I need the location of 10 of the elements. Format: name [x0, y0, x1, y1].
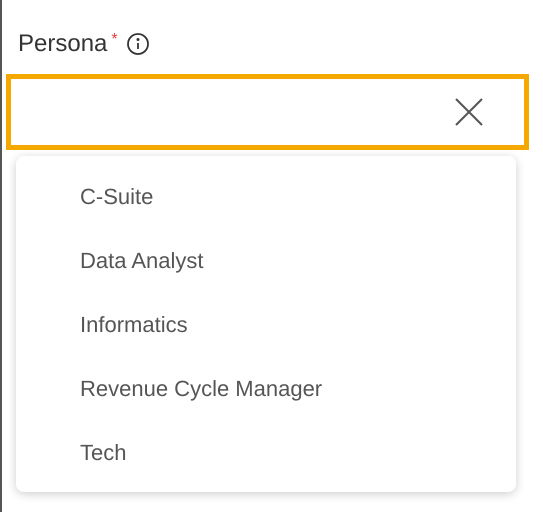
required-mark: * — [111, 30, 118, 50]
close-icon[interactable] — [454, 97, 484, 127]
dropdown-option[interactable]: Revenue Cycle Manager — [16, 356, 516, 420]
dropdown-option[interactable]: Tech — [16, 420, 516, 484]
dropdown-option[interactable]: C-Suite — [16, 164, 516, 228]
dropdown-option[interactable]: Informatics — [16, 292, 516, 356]
persona-field[interactable] — [6, 74, 529, 150]
info-icon[interactable] — [126, 32, 150, 56]
dropdown-option[interactable]: Data Analyst — [16, 228, 516, 292]
field-label: Persona — [18, 29, 108, 59]
